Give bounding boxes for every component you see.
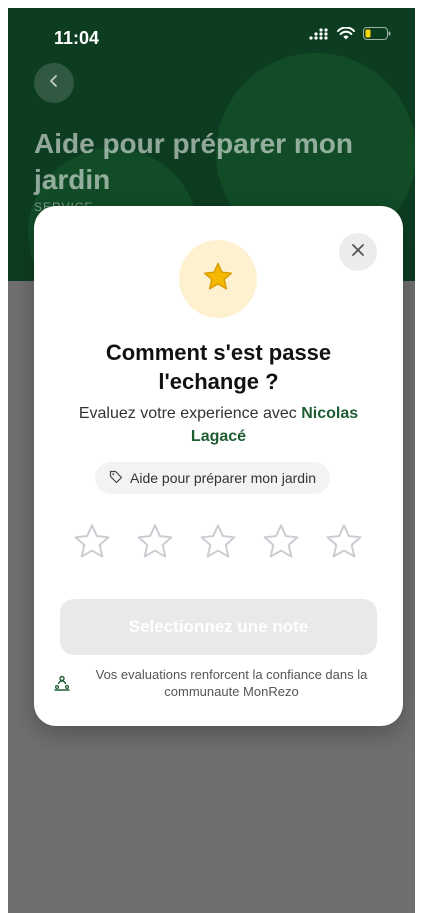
modal-subtitle: Evaluez votre experience avec Nicolas La… <box>54 402 383 448</box>
footer-text: Vos evaluations renforcent la confiance … <box>95 667 368 699</box>
star-outline-icon <box>134 521 176 568</box>
submit-rating-button[interactable]: Selectionnez une note <box>60 599 377 655</box>
star-icon <box>201 260 235 299</box>
status-icons <box>309 26 391 45</box>
star-2-button[interactable] <box>133 522 177 566</box>
close-button[interactable] <box>339 233 377 271</box>
page-title: Aide pour préparer mon jardin <box>34 128 353 195</box>
status-bar: 11:04 <box>8 8 415 64</box>
star-badge <box>179 240 257 318</box>
star-3-button[interactable] <box>196 522 240 566</box>
star-1-button[interactable] <box>70 522 114 566</box>
modal-title: Comment s'est passe l'echange ? <box>105 340 332 394</box>
battery-icon <box>363 27 391 45</box>
wifi-icon <box>337 26 355 45</box>
tag-icon <box>109 470 123 487</box>
service-tag: Aide pour préparer mon jardin <box>95 462 330 494</box>
close-icon <box>350 242 366 263</box>
star-5-button[interactable] <box>322 522 366 566</box>
star-outline-icon <box>197 521 239 568</box>
star-outline-icon <box>260 521 302 568</box>
rating-modal: Comment s'est passe l'echange ? Evaluez … <box>34 206 403 726</box>
footer-note: Vos evaluations renforcent la confiance … <box>54 666 383 700</box>
status-time: 11:04 <box>54 28 100 48</box>
star-outline-icon <box>323 521 365 568</box>
signal-icon <box>309 27 329 45</box>
star-rating <box>70 522 366 566</box>
star-outline-icon <box>71 521 113 568</box>
star-4-button[interactable] <box>259 522 303 566</box>
community-icon <box>54 675 70 696</box>
chevron-left-icon <box>47 74 61 93</box>
subtitle-text: Evaluez votre experience avec <box>78 405 302 422</box>
phone-screen: 11:04 Aide pour préparer mon jardin Comm… <box>8 8 415 913</box>
back-button[interactable] <box>34 63 74 103</box>
service-tag-label: Aide pour préparer mon jardin <box>130 470 316 486</box>
